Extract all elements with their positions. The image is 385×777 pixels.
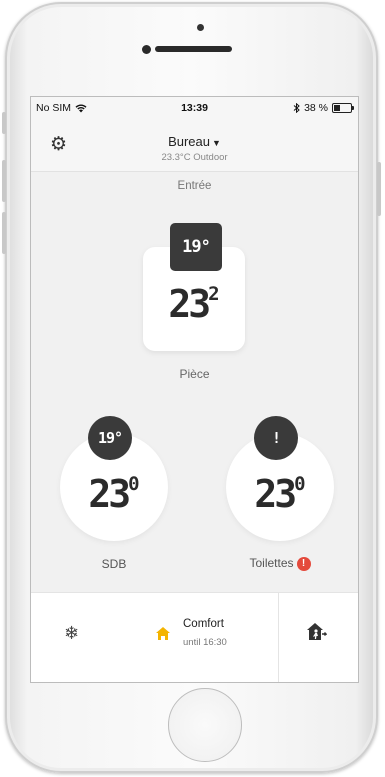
temperature-int: 23 — [254, 472, 297, 516]
outdoor-temperature: 23.3°C Outdoor — [161, 152, 228, 163]
home-name: Bureau — [168, 134, 210, 149]
mode-until: until 16:30 — [183, 637, 227, 648]
status-bar: No SIM 13:39 38 % — [31, 97, 358, 119]
away-house-icon[interactable] — [307, 623, 328, 645]
warning-badge-toilettes[interactable]: ! — [254, 416, 298, 460]
volume-up-button — [2, 160, 6, 202]
battery-icon — [332, 103, 354, 113]
room-name-entree[interactable]: Entrée — [31, 180, 358, 192]
temperature-int: 23 — [88, 472, 131, 516]
app-screen: No SIM 13:39 38 % ⚙ Bureau ▼ 23.3°C Outdo… — [31, 97, 358, 682]
mode-title[interactable]: Comfort — [183, 618, 224, 630]
temperature-piece: 232 — [143, 282, 245, 326]
temperature-dec: 0 — [128, 473, 140, 495]
front-camera — [142, 45, 151, 54]
setpoint-badge-piece[interactable]: 19° — [170, 223, 222, 271]
battery-percent: 38 % — [304, 102, 328, 114]
mute-switch — [2, 112, 6, 134]
room-name-label: Toilettes — [249, 556, 294, 570]
app-header: ⚙ Bureau ▼ 23.3°C Outdoor — [31, 119, 358, 172]
caret-down-icon: ▼ — [212, 138, 221, 148]
bluetooth-icon — [293, 103, 300, 113]
battery-level — [334, 105, 340, 111]
home-button[interactable] — [168, 688, 242, 762]
setpoint-badge-sdb[interactable]: 19° — [88, 416, 132, 460]
home-selector[interactable]: Bureau ▼ — [31, 134, 358, 149]
temperature-dec: 2 — [208, 283, 220, 305]
divider — [278, 593, 279, 682]
bottom-bar: ❄ Comfort until 16:30 — [31, 592, 358, 682]
snowflake-icon[interactable]: ❄ — [64, 623, 79, 644]
proximity-sensor — [197, 24, 204, 31]
volume-down-button — [2, 212, 6, 254]
temperature-int: 23 — [168, 282, 211, 326]
room-name-sdb[interactable]: SDB — [60, 557, 168, 571]
temperature-dec: 0 — [294, 473, 306, 495]
room-name-toilettes[interactable]: Toilettes! — [226, 556, 334, 571]
room-name-piece[interactable]: Pièce — [31, 367, 358, 381]
alert-icon: ! — [296, 556, 311, 571]
temperature-sdb: 230 — [60, 472, 168, 516]
temperature-toilettes: 230 — [226, 472, 334, 516]
earpiece-speaker — [155, 46, 232, 52]
home-icon — [156, 627, 170, 643]
power-button — [377, 162, 381, 216]
